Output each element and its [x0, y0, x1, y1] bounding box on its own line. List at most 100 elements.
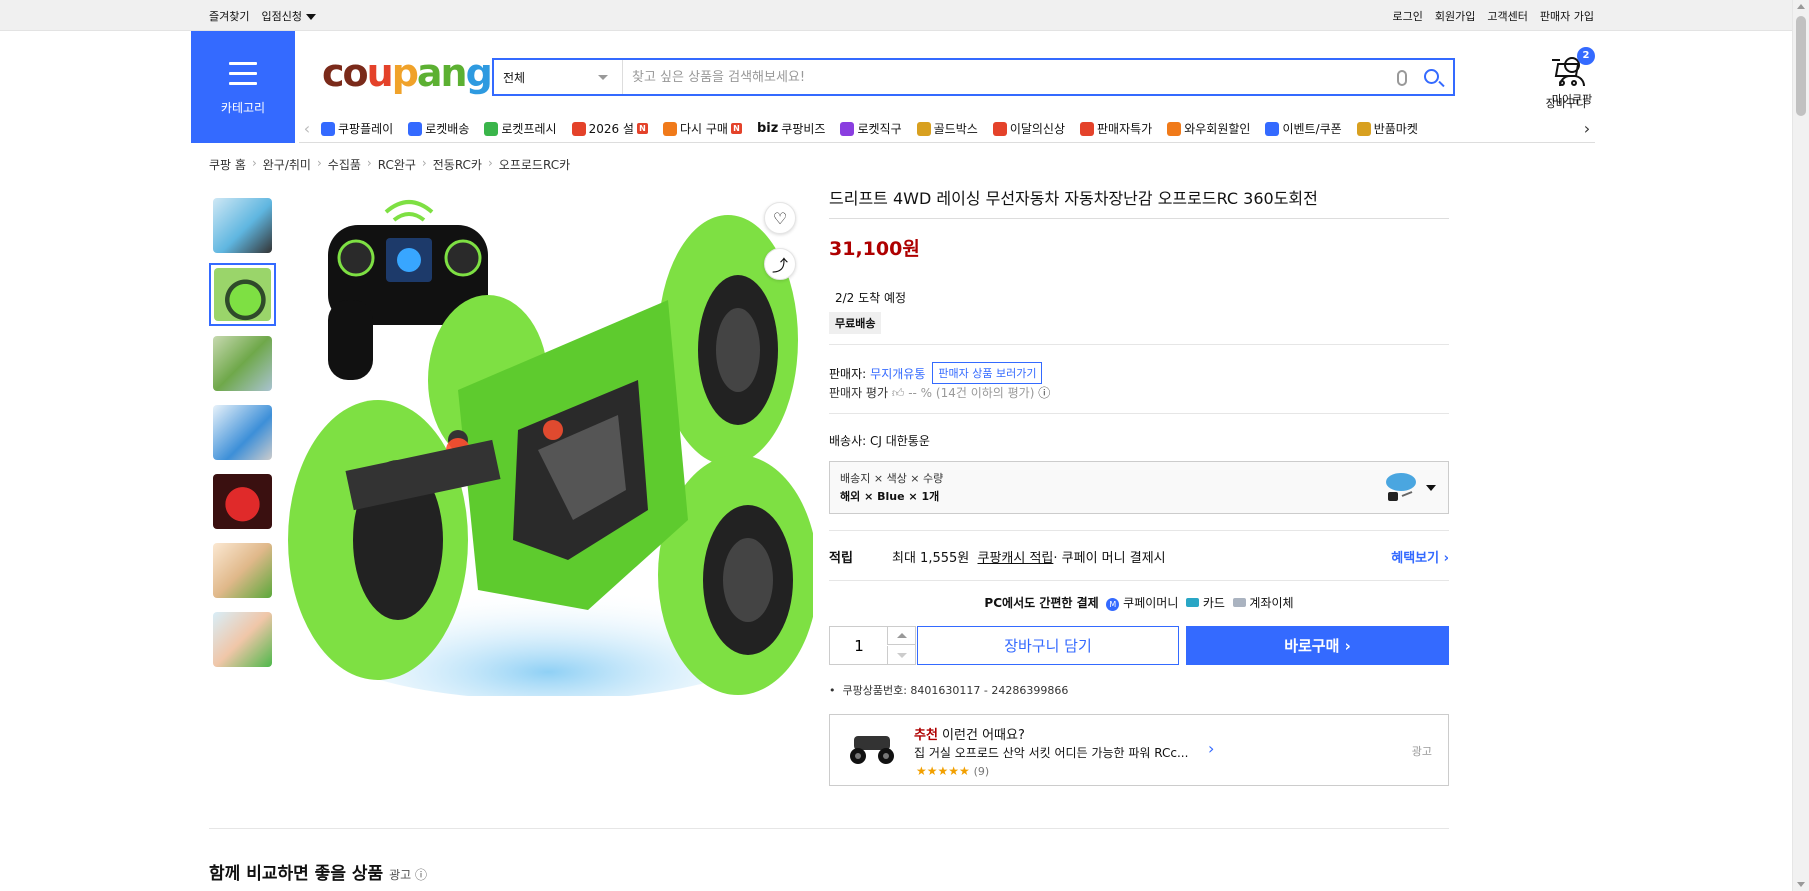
nav-item[interactable]: 로켓배송: [408, 120, 469, 137]
add-to-cart-button[interactable]: 장바구니 담기: [917, 626, 1179, 665]
seller-rating-label: 판매자 평가: [829, 386, 889, 400]
recommended-product-name: 집 거실 오프로드 산악 서킷 어디든 가능한 파워 RCc...: [914, 746, 1189, 760]
thumbnail-2[interactable]: [209, 263, 276, 326]
cart-button[interactable]: 2 장바구니: [1539, 47, 1595, 111]
quantity-stepper: [829, 626, 916, 665]
free-shipping-badge: 무료배송: [829, 312, 882, 334]
seller-signup-link[interactable]: 판매자 가입: [1540, 8, 1594, 24]
review-count: (9): [973, 765, 990, 778]
cart-icon: [1552, 57, 1580, 87]
caret-down-icon: [1426, 485, 1436, 491]
nav-item[interactable]: 판매자특가: [1080, 120, 1152, 137]
nav-item[interactable]: 로켓프레시: [484, 120, 557, 137]
chevron-right-icon[interactable]: ›: [1579, 119, 1595, 138]
thumbnail-1[interactable]: [209, 194, 276, 257]
breadcrumb: 쿠팡 홈 › 완구/취미 › 수집품 › RC완구 › 전동RC카 › 오프로드RC카: [209, 156, 570, 173]
thumbnail-5[interactable]: [209, 470, 276, 533]
nav-item[interactable]: 이벤트/쿠폰: [1265, 120, 1342, 137]
customer-center-link[interactable]: 고객센터: [1487, 8, 1527, 24]
nav-item[interactable]: 반품마켓: [1356, 120, 1418, 137]
nav-item[interactable]: 골드박스: [916, 120, 978, 137]
ad-label: 광고: [1411, 745, 1432, 758]
nav-item-label: 와우회원할인: [1184, 122, 1251, 136]
recommendation-card[interactable]: 추천 이런건 어때요? 집 거실 오프로드 산악 서킷 어디든 가능한 파워 R…: [829, 714, 1449, 786]
payment-option-bank: 계좌이체: [1249, 596, 1294, 610]
nav-item-icon: [484, 121, 499, 136]
chevron-right-icon[interactable]: ›: [1208, 739, 1214, 758]
recommendation-headline: 추천 이런건 어때요?: [914, 724, 1025, 743]
seller-products-button[interactable]: 판매자 상품 보러가기: [932, 362, 1043, 384]
nav-item[interactable]: 2026 설N: [571, 120, 648, 137]
recommended-product-image: [850, 736, 894, 764]
reward-row: 적립 최대 1,555원 쿠팡캐시 적립 · 쿠페이 머니 결제시 혜택보기 ›: [829, 547, 1449, 566]
product-main-image[interactable]: [288, 190, 813, 696]
nav-item-icon: [408, 121, 423, 136]
login-link[interactable]: 로그인: [1393, 8, 1423, 24]
bookmark-link[interactable]: 즐겨찾기: [209, 8, 249, 24]
nav-item-label: 이벤트/쿠폰: [1282, 122, 1342, 136]
breadcrumb-item[interactable]: 쿠팡 홈: [209, 156, 246, 173]
seller-apply-link[interactable]: 입점신청: [261, 8, 316, 24]
chevron-left-icon[interactable]: ‹: [299, 119, 315, 138]
new-badge: N: [730, 123, 742, 134]
category-button[interactable]: 카테고리: [191, 31, 295, 143]
page-scrollbar[interactable]: [1792, 0, 1809, 891]
hamburger-icon: [229, 62, 257, 92]
nav-item-icon: [1080, 121, 1095, 136]
divider: [829, 580, 1449, 581]
scroll-thumb[interactable]: [1796, 16, 1806, 116]
coupang-cash-link[interactable]: 쿠팡캐시 적립: [978, 547, 1054, 566]
search-bar: 전체: [492, 58, 1455, 96]
coupang-logo[interactable]: coupang: [322, 51, 493, 95]
search-input[interactable]: [622, 60, 1453, 94]
heart-icon[interactable]: ♡: [764, 202, 796, 234]
nav-item-icon: [916, 121, 931, 136]
cart-label: 장바구니: [1545, 97, 1587, 110]
breadcrumb-item[interactable]: 전동RC카: [433, 156, 482, 173]
product-info-panel: 드리프트 4WD 레이싱 무선자동차 자동차장난감 오프로드RC 360도회전 …: [829, 185, 1449, 786]
microphone-icon[interactable]: [1397, 70, 1407, 86]
signup-link[interactable]: 회원가입: [1435, 8, 1475, 24]
quantity-decrease-icon[interactable]: [887, 646, 915, 664]
nav-item[interactable]: 로켓직구: [840, 120, 902, 137]
section-title: 함께 비교하면 좋을 상품 광고 ⓘ: [209, 859, 427, 884]
thumbnail-3[interactable]: [209, 332, 276, 395]
divider: [829, 344, 1449, 345]
seller-rating-row: 판매자 평가 👍︎ -- % (14건 이하의 평가) ⓘ: [829, 384, 1050, 401]
option-selector[interactable]: 배송지 × 색상 × 수량 해외 × Blue × 1개: [829, 461, 1449, 514]
chevron-right-icon: ›: [251, 156, 257, 170]
thumbnail-7[interactable]: [209, 608, 276, 671]
nav-item[interactable]: 쿠팡플레이: [321, 120, 393, 137]
new-badge: N: [636, 123, 648, 134]
quantity-input[interactable]: [830, 627, 888, 664]
search-category-value: 전체: [503, 70, 526, 85]
nav-item-icon: [1167, 121, 1182, 136]
thumbnail-6[interactable]: [209, 539, 276, 602]
payment-methods: PC에서도 간편한 결제 M 쿠페이머니 카드 계좌이체: [829, 594, 1449, 611]
buy-now-button[interactable]: 바로구매 ›: [1186, 626, 1449, 665]
breadcrumb-item[interactable]: RC완구: [378, 156, 416, 173]
seller-name-link[interactable]: 무지개유통: [870, 365, 925, 382]
breadcrumb-item[interactable]: 완구/취미: [263, 156, 311, 173]
recommendation-tag: 추천: [914, 728, 938, 743]
search-category-select[interactable]: 전체: [494, 60, 622, 94]
share-icon[interactable]: ⤴: [764, 248, 796, 280]
biz-icon: biz: [756, 121, 779, 136]
nav-item[interactable]: 이달의신상: [992, 120, 1065, 137]
scroll-down-icon[interactable]: [1797, 882, 1805, 887]
nav-item[interactable]: 다시 구매 N: [662, 120, 742, 137]
search-icon[interactable]: [1424, 69, 1439, 84]
thumbnail-4[interactable]: [209, 401, 276, 464]
breadcrumb-item[interactable]: 오프로드RC카: [499, 156, 570, 173]
benefit-view-link[interactable]: 혜택보기 ›: [1391, 547, 1449, 566]
nav-item[interactable]: 와우회원할인: [1167, 120, 1250, 137]
breadcrumb-item[interactable]: 수집품: [328, 156, 361, 173]
info-icon[interactable]: ⓘ: [1038, 386, 1050, 400]
nav-item-icon: [1265, 121, 1280, 136]
product-id-text: 쿠팡상품번호: 8401630117 - 24286399866: [842, 684, 1069, 697]
arrival-date: 2/2 도착 예정: [835, 291, 907, 305]
quantity-increase-icon[interactable]: [887, 627, 915, 645]
scroll-up-icon[interactable]: [1797, 4, 1805, 9]
nav-item[interactable]: biz 쿠팡비즈: [757, 120, 826, 137]
divider: [829, 413, 1449, 414]
